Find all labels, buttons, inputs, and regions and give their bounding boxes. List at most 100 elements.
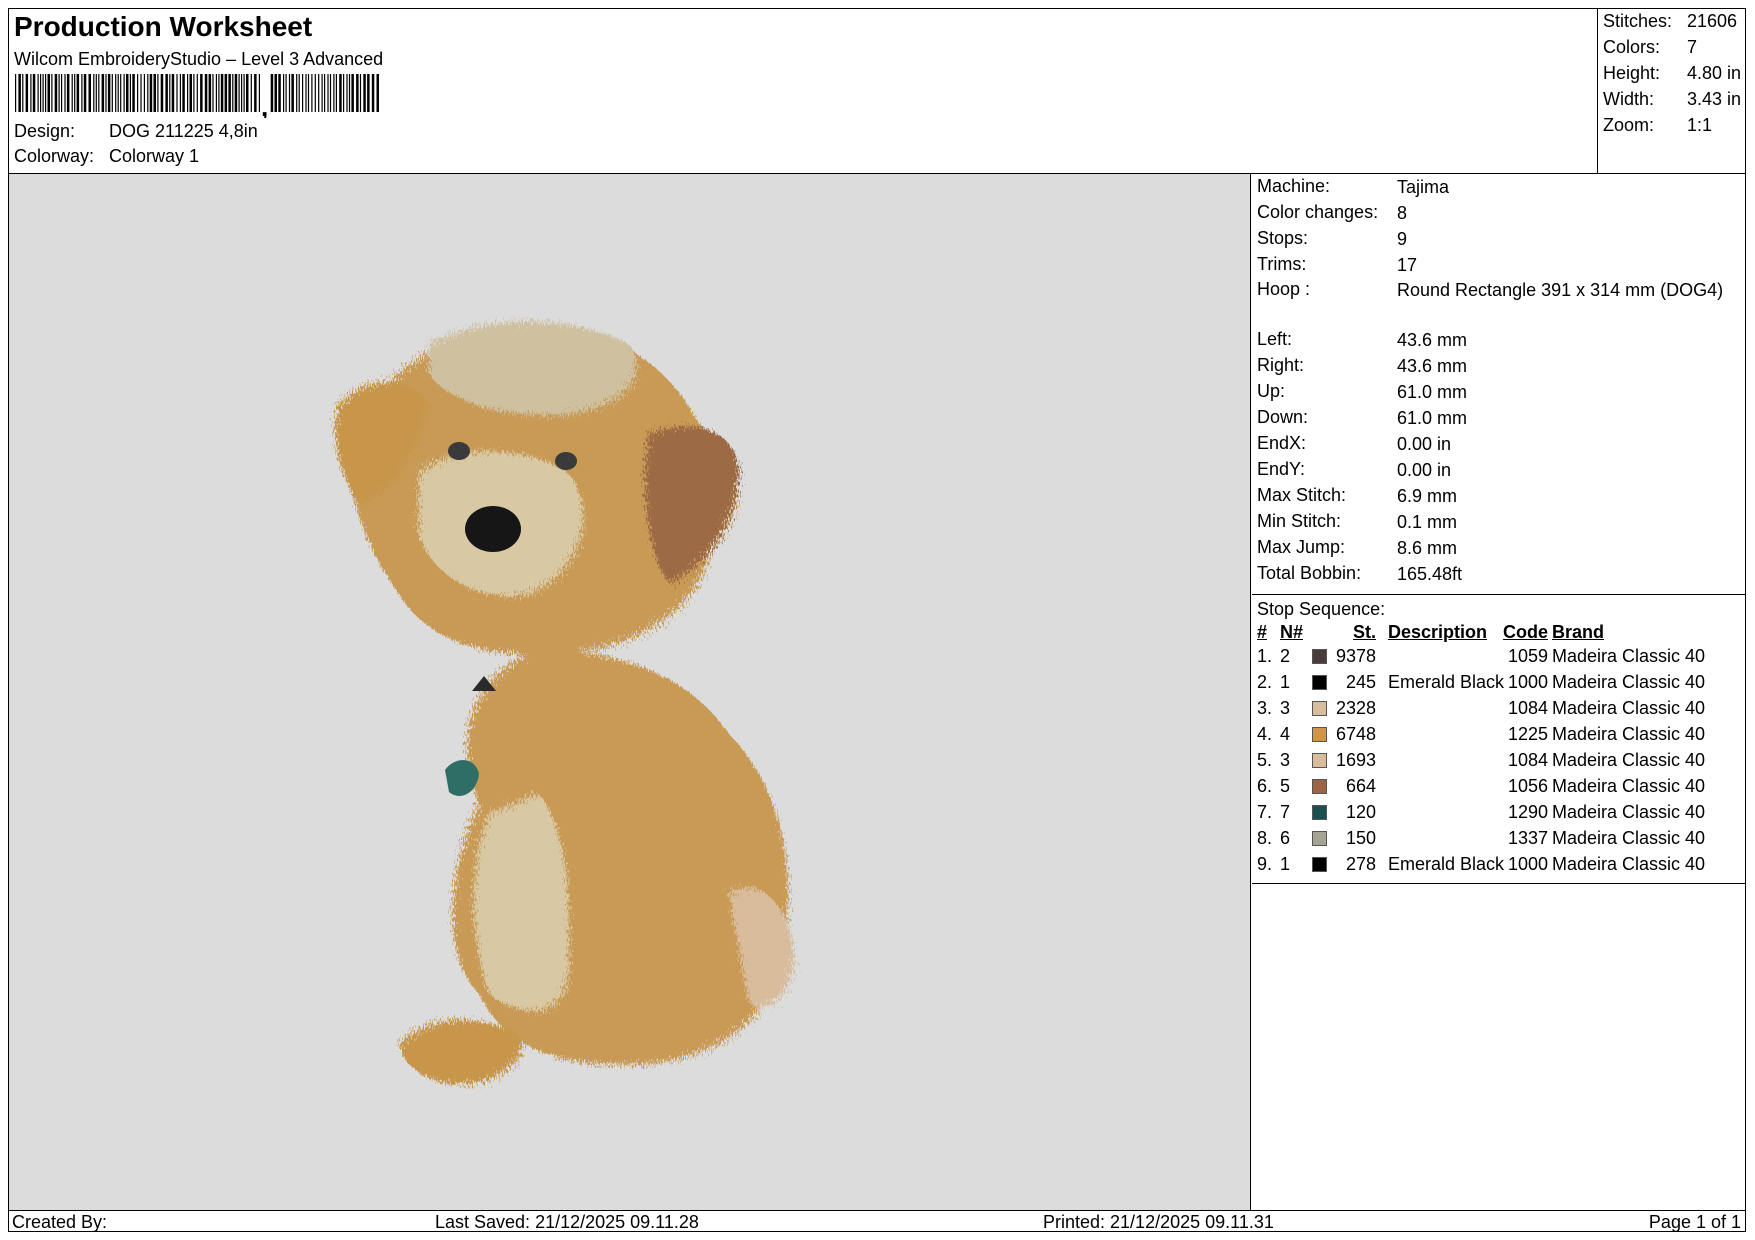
- color-swatch: [1312, 831, 1327, 846]
- table-row: 6. 5 664 1056 Madeira Classic 40: [1252, 776, 1745, 800]
- last-saved: Last Saved: 21/12/2025 09.11.28: [435, 1212, 699, 1232]
- info-value: 0.00 in: [1397, 434, 1452, 454]
- col-header-brand: Brand: [1552, 622, 1605, 642]
- thread-brand: Madeira Classic 40: [1552, 698, 1706, 718]
- col-header-description: Description: [1388, 622, 1488, 642]
- info-value: 8.6 mm: [1397, 538, 1458, 558]
- stat-label: Zoom:: [1603, 115, 1655, 135]
- info-value: 0.00 in: [1397, 460, 1452, 480]
- info-value: Round Rectangle 391 x 314 mm (DOG4): [1397, 280, 1724, 300]
- row-number: 2.: [1257, 672, 1273, 692]
- stitch-count: 9378: [1335, 646, 1376, 666]
- color-swatch: [1312, 753, 1327, 768]
- color-swatch: [1312, 701, 1327, 716]
- needle-number: 1: [1280, 854, 1291, 874]
- worksheet-header: Production Worksheet Wilcom EmbroiderySt…: [9, 9, 1745, 174]
- design-row: Design: DOG 211225 4,8in: [14, 121, 258, 142]
- design-value: DOG 211225 4,8in: [109, 121, 258, 141]
- row-number: 4.: [1257, 724, 1273, 744]
- color-swatch: [1312, 805, 1327, 820]
- info-label: Hoop :: [1257, 279, 1311, 299]
- needle-number: 5: [1280, 776, 1291, 796]
- dog-body: [399, 652, 794, 1085]
- row-number: 8.: [1257, 828, 1273, 848]
- stat-zoom: Zoom: 1:1: [1603, 115, 1712, 136]
- stat-colors: Colors: 7: [1603, 37, 1697, 58]
- stitch-count: 245: [1345, 672, 1376, 692]
- thread-code: 1059: [1507, 646, 1548, 666]
- row-number: 6.: [1257, 776, 1273, 796]
- color-swatch: [1312, 857, 1327, 872]
- dog-right-eye: [555, 452, 577, 470]
- dog-nose: [465, 506, 521, 552]
- table-row: 8. 6 150 1337 Madeira Classic 40: [1252, 828, 1745, 852]
- needle-number: 1: [1280, 672, 1291, 692]
- info-label: Stops:: [1257, 228, 1309, 248]
- col-header-num: #: [1257, 622, 1268, 642]
- divider: [1252, 594, 1745, 595]
- thread-code: 1084: [1507, 750, 1548, 770]
- needle-number: 3: [1280, 750, 1291, 770]
- thread-description: Emerald Black: [1388, 672, 1505, 692]
- stitch-count: 1693: [1335, 750, 1376, 770]
- info-value: 6.9 mm: [1397, 486, 1458, 506]
- software-name: Wilcom EmbroideryStudio – Level 3 Advanc…: [14, 49, 384, 69]
- table-row: 4. 4 6748 1225 Madeira Classic 40: [1252, 724, 1745, 748]
- info-label: Max Stitch:: [1257, 485, 1347, 505]
- svg-text:,: ,: [261, 92, 268, 118]
- stat-width: Width: 3.43 in: [1603, 89, 1741, 110]
- needle-number: 7: [1280, 802, 1291, 822]
- info-value: 165.48ft: [1397, 564, 1463, 584]
- embroidery-dog-image: [335, 321, 794, 1085]
- stitch-count: 2328: [1335, 698, 1376, 718]
- table-row: 7. 7 120 1290 Madeira Classic 40: [1252, 802, 1745, 826]
- stat-stitches: Stitches: 21606: [1603, 11, 1737, 32]
- info-value: 0.1 mm: [1397, 512, 1458, 532]
- row-number: 9.: [1257, 854, 1273, 874]
- stat-value: 1:1: [1687, 115, 1713, 135]
- table-row: 9. 1 278 Emerald Black 1000 Madeira Classic 4…: [1252, 854, 1745, 878]
- thread-brand: Madeira Classic 40: [1552, 854, 1706, 874]
- thread-brand: Madeira Classic 40: [1552, 724, 1706, 744]
- info-label: Down:: [1257, 407, 1309, 427]
- stop-sequence-title: Stop Sequence:: [1257, 599, 1386, 619]
- thread-code: 1290: [1507, 802, 1548, 822]
- design-preview: [9, 174, 1251, 1210]
- dog-head: [335, 321, 739, 655]
- info-value: 8: [1397, 203, 1408, 223]
- color-swatch: [1312, 649, 1327, 664]
- table-row: 5. 3 1693 1084 Madeira Classic 40: [1252, 750, 1745, 774]
- heart-tag-icon: [445, 759, 479, 796]
- stat-label: Height:: [1603, 63, 1661, 83]
- page-title: Production Worksheet: [14, 11, 313, 42]
- thread-brand: Madeira Classic 40: [1552, 828, 1706, 848]
- needle-number: 3: [1280, 698, 1291, 718]
- info-label: EndX:: [1257, 433, 1307, 453]
- thread-brand: Madeira Classic 40: [1552, 672, 1706, 692]
- barcode-image: ,: [15, 74, 379, 118]
- dog-left-eye: [448, 442, 470, 460]
- thread-code: 1000: [1507, 854, 1548, 874]
- info-value: 61.0 mm: [1397, 382, 1468, 402]
- info-label: Max Jump:: [1257, 537, 1346, 557]
- info-value: 61.0 mm: [1397, 408, 1468, 428]
- machine-info-panel: Machine: Tajima Color changes: 8 Stops: 9 T…: [1252, 174, 1745, 1210]
- thread-brand: Madeira Classic 40: [1552, 802, 1706, 822]
- color-swatch: [1312, 779, 1327, 794]
- colorway-label: Colorway:: [14, 146, 95, 166]
- colorway-row: Colorway: Colorway 1: [14, 146, 199, 167]
- table-header: # N# St. Description Code Brand: [1252, 622, 1745, 646]
- row-number: 1.: [1257, 646, 1273, 666]
- colorway-value: Colorway 1: [109, 146, 200, 166]
- created-by: Created By:: [12, 1212, 108, 1232]
- production-worksheet: Production Worksheet Wilcom EmbroiderySt…: [8, 8, 1746, 1232]
- row-number: 3.: [1257, 698, 1273, 718]
- thread-brand: Madeira Classic 40: [1552, 750, 1706, 770]
- info-label: Trims:: [1257, 254, 1307, 274]
- color-swatch: [1312, 675, 1327, 690]
- thread-brand: Madeira Classic 40: [1552, 646, 1706, 666]
- row-number: 7.: [1257, 802, 1273, 822]
- page-number: Page 1 of 1: [1648, 1212, 1741, 1232]
- info-label: Left:: [1257, 329, 1293, 349]
- row-number: 5.: [1257, 750, 1273, 770]
